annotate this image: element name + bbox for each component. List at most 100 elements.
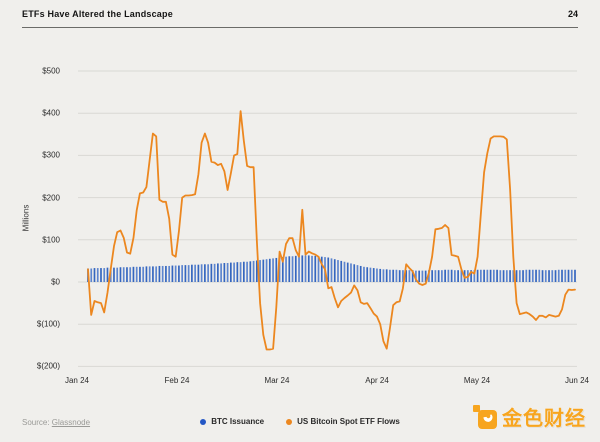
btc-issuance-bar	[457, 270, 459, 282]
btc-issuance-bar	[558, 270, 560, 282]
btc-issuance-bar	[178, 266, 180, 282]
btc-issuance-bar	[188, 265, 190, 282]
btc-issuance-bar	[155, 266, 157, 282]
x-tick-label: Mar 24	[247, 376, 307, 385]
btc-issuance-bar	[211, 264, 213, 282]
btc-issuance-bar	[357, 265, 359, 282]
btc-issuance-bar	[347, 263, 349, 282]
btc-issuance-bar	[519, 270, 521, 282]
btc-issuance-bar	[344, 262, 346, 282]
btc-issuance-bar	[564, 270, 566, 282]
btc-issuance-bar	[133, 267, 135, 282]
btc-issuance-bar	[94, 268, 96, 282]
btc-issuance-bar	[175, 266, 177, 282]
btc-issuance-bar	[451, 270, 453, 282]
btc-issuance-bar	[334, 259, 336, 282]
btc-issuance-bar	[376, 269, 378, 283]
btc-issuance-bar	[269, 259, 271, 282]
y-tick-label: $500	[20, 67, 60, 76]
btc-issuance-bar	[285, 257, 287, 282]
btc-issuance-bar	[555, 270, 557, 282]
btc-issuance-bar	[191, 265, 193, 282]
btc-issuance-bar	[126, 267, 128, 282]
btc-issuance-bar	[146, 266, 148, 282]
btc-issuance-bar	[113, 268, 115, 282]
btc-issuance-bar	[217, 263, 219, 282]
btc-issuance-bar	[477, 270, 479, 282]
btc-issuance-bar	[532, 270, 534, 282]
btc-issuance-bar	[548, 270, 550, 282]
legend-item-btc-issuance: BTC Issuance	[200, 417, 264, 426]
btc-issuance-bar	[551, 270, 553, 282]
btc-issuance-bar	[120, 267, 122, 282]
btc-issuance-bar	[409, 270, 411, 282]
btc-issuance-bar	[240, 262, 242, 282]
x-tick-label: Apr 24	[347, 376, 407, 385]
btc-issuance-bar	[214, 264, 216, 282]
btc-issuance-bar	[418, 271, 420, 282]
y-tick-label: $300	[20, 151, 60, 160]
x-tick-label: Jan 24	[47, 376, 107, 385]
btc-issuance-bar	[350, 263, 352, 282]
btc-issuance-bar	[431, 270, 433, 282]
btc-issuance-bar	[136, 267, 138, 282]
btc-issuance-bar	[493, 270, 495, 282]
btc-issuance-bar	[561, 270, 563, 282]
y-tick-label: $0	[20, 278, 60, 287]
source-attribution: Source: Glassnode	[22, 418, 90, 427]
btc-issuance-bar	[142, 267, 144, 282]
btc-issuance-bar	[123, 267, 125, 282]
jinse-finance-icon	[472, 404, 498, 430]
btc-issuance-bar	[298, 256, 300, 282]
btc-issuance-bar	[227, 263, 229, 282]
btc-issuance-bar	[230, 263, 232, 282]
brand-name: 金色财经	[502, 402, 586, 431]
btc-issuance-bar	[262, 260, 264, 282]
legend-dot-blue-icon	[200, 419, 206, 425]
btc-issuance-bar	[129, 267, 131, 282]
btc-issuance-bar	[97, 268, 99, 282]
btc-issuance-bar	[363, 267, 365, 282]
btc-issuance-bar	[295, 256, 297, 282]
btc-issuance-bar	[545, 270, 547, 282]
btc-issuance-bar	[503, 270, 505, 282]
btc-issuance-bar	[301, 255, 303, 282]
btc-issuance-bar	[379, 269, 381, 282]
btc-issuance-bar	[509, 270, 511, 282]
legend-dot-orange-icon	[286, 419, 292, 425]
btc-issuance-bar	[522, 270, 524, 282]
source-prefix: Source:	[22, 418, 52, 427]
btc-issuance-bar	[441, 270, 443, 282]
legend-label: BTC Issuance	[211, 417, 264, 426]
btc-issuance-bar	[162, 266, 164, 282]
btc-issuance-bar	[383, 269, 385, 282]
btc-issuance-bar	[207, 264, 209, 282]
source-link-glassnode[interactable]: Glassnode	[52, 418, 90, 427]
btc-issuance-bar	[337, 260, 339, 282]
btc-issuance-bar	[220, 263, 222, 282]
y-tick-label: $(200)	[20, 362, 60, 371]
btc-issuance-bar	[529, 270, 531, 282]
btc-issuance-bar	[152, 266, 154, 282]
slide: ETFs Have Altered the Landscape 24 $500$…	[0, 0, 600, 442]
y-tick-label: $100	[20, 235, 60, 244]
btc-issuance-bar	[516, 270, 518, 282]
btc-issuance-bar	[172, 266, 174, 282]
x-tick-label: May 24	[447, 376, 507, 385]
btc-issuance-bar	[392, 270, 394, 282]
btc-issuance-bar	[373, 268, 375, 282]
btc-issuance-bar	[149, 266, 151, 282]
btc-issuance-bar	[331, 258, 333, 282]
btc-issuance-bar	[311, 256, 313, 282]
btc-issuance-bar	[486, 270, 488, 282]
btc-issuance-bar	[165, 266, 167, 282]
btc-issuance-bar	[224, 263, 226, 282]
btc-issuance-bar	[396, 270, 398, 282]
btc-issuance-bar	[535, 270, 537, 282]
btc-issuance-bar	[340, 261, 342, 282]
btc-issuance-bar	[360, 266, 362, 282]
btc-issuance-bar	[168, 266, 170, 282]
brand-logo: 金色财经	[472, 402, 586, 431]
btc-issuance-bar	[314, 256, 316, 282]
btc-issuance-bar	[100, 268, 102, 282]
